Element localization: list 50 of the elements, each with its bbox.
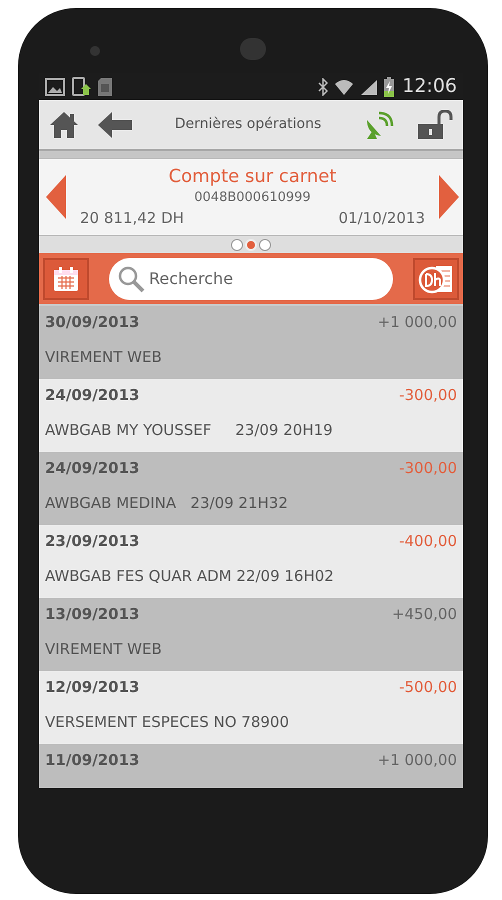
currency-document-icon [418, 264, 454, 294]
operation-row[interactable]: 11/09/2013 +1 000,00 [39, 744, 463, 788]
operation-amount: +1 000,00 [378, 750, 457, 771]
currency-button[interactable] [413, 258, 459, 300]
account-number: 0048B000610999 [194, 188, 311, 207]
operation-amount: -500,00 [399, 677, 457, 698]
operation-label: AWBGAB MY YOUSSEF 23/09 20H19 [45, 420, 334, 440]
operation-amount: +450,00 [392, 604, 457, 625]
home-icon[interactable] [49, 110, 79, 138]
screen-title: Dernières opérations [174, 115, 322, 134]
signal-icon [360, 78, 378, 94]
previous-arrow-icon[interactable] [46, 175, 66, 219]
calendar-icon [53, 266, 79, 292]
search-field[interactable]: Recherche [109, 258, 393, 300]
next-arrow-icon[interactable] [439, 175, 459, 219]
sd-card-icon [97, 76, 113, 96]
balance-date: 01/10/2013 [338, 208, 425, 229]
back-arrow-icon[interactable] [97, 110, 133, 138]
operation-date: 13/09/2013 [45, 604, 140, 625]
speaker-grille [240, 38, 266, 60]
account-name: Compte sur carnet [168, 164, 336, 189]
operation-label: VIREMENT WEB [45, 346, 163, 368]
operation-amount: -300,00 [399, 385, 457, 406]
image-icon [45, 78, 65, 96]
bluetooth-icon [318, 78, 328, 96]
calendar-button[interactable] [43, 258, 89, 300]
operation-label: VERSEMENT ESPECES NO 78900 [45, 712, 290, 732]
operation-amount: +1 000,00 [378, 312, 457, 333]
battery-icon [384, 76, 394, 96]
wifi-icon [334, 78, 354, 96]
camera-lens [90, 46, 100, 56]
operation-amount: -400,00 [399, 531, 457, 552]
operation-row[interactable]: 13/09/2013 +450,00 VIREMENT WEB [39, 598, 463, 671]
unlocked-padlock-icon[interactable] [417, 110, 453, 140]
operation-row[interactable]: 30/09/2013 +1 000,00 VIREMENT WEB [39, 306, 463, 379]
operation-date: 12/09/2013 [45, 677, 140, 698]
phone-upload-icon [71, 76, 91, 96]
operation-date: 23/09/2013 [45, 531, 140, 552]
clock-time: 12:06 [402, 74, 457, 100]
account-balance: 20 811,42 DH [80, 208, 184, 229]
operation-date: 30/09/2013 [45, 312, 140, 333]
operation-amount: -300,00 [399, 458, 457, 479]
operation-date: 24/09/2013 [45, 385, 140, 406]
operation-date: 11/09/2013 [45, 750, 140, 771]
operation-label: AWBGAB MEDINA 23/09 21H32 [45, 492, 289, 514]
operation-label: VIREMENT WEB [45, 638, 163, 660]
search-icon [117, 264, 145, 292]
operation-label: AWBGAB FES QUAR ADM 22/09 16H02 [45, 566, 335, 586]
operation-date: 24/09/2013 [45, 458, 140, 479]
operation-row[interactable]: 24/09/2013 -300,00 AWBGAB MEDINA 23/09 21H32 [39, 452, 463, 525]
